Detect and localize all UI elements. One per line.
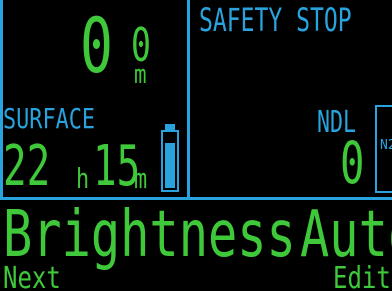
battery-icon: [161, 130, 179, 192]
safety-stop-label: SAFETY STOP: [199, 1, 352, 39]
edit-button[interactable]: Edit: [333, 264, 391, 291]
surface-hours-unit: h: [76, 162, 90, 195]
center-divider: [187, 0, 190, 200]
menu-item-value: Auto: [300, 198, 392, 272]
gas-tissue-box: N2: [375, 105, 392, 193]
surface-label: SURFACE: [3, 102, 96, 135]
surface-minutes-unit: m: [134, 162, 148, 195]
battery-fill: [165, 142, 175, 188]
ndl-value: 0: [340, 129, 365, 197]
menu-item-title: Brightness: [3, 198, 296, 272]
gas-label: N2: [380, 138, 392, 153]
next-button[interactable]: Next: [3, 264, 61, 291]
depth-unit: m: [134, 60, 147, 90]
depth-value: 0: [80, 1, 113, 90]
dive-computer-screen: 0 0 m SURFACE 22 h 15 m SAFETY STOP NDL …: [0, 0, 392, 291]
surface-hours: 22: [3, 134, 51, 199]
